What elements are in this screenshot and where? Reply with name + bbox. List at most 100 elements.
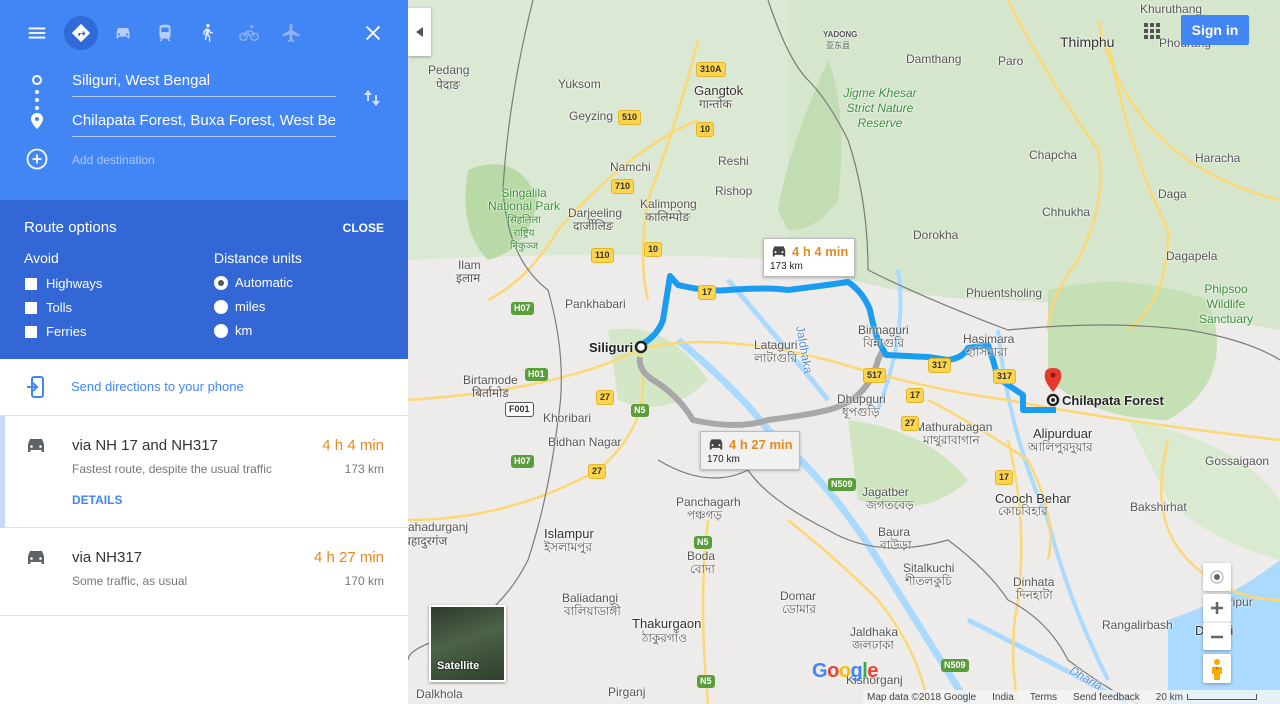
pin-dot <box>1050 372 1056 378</box>
destination-marker-center <box>1051 398 1055 402</box>
place-label: Bahadurganj <box>408 520 469 534</box>
km-radio[interactable] <box>214 323 228 338</box>
scale-indicator[interactable]: 20 km <box>1156 692 1257 703</box>
place-label: Pankhabari <box>565 297 626 311</box>
highways-checkbox[interactable] <box>25 277 37 290</box>
destination-label[interactable]: Chilapata Forest <box>1062 394 1164 407</box>
route-option-2[interactable]: via NH317 Some traffic, as usual 4 h 27 … <box>0 528 408 616</box>
scale-bar <box>1187 693 1257 700</box>
route-option-1[interactable]: via NH 17 and NH317 Fastest route, despi… <box>0 416 408 528</box>
car-icon <box>116 27 130 39</box>
route-details-button[interactable]: DETAILS <box>72 493 122 507</box>
highways-label: Highways <box>46 276 103 291</box>
place-label: Chhukha <box>1042 205 1091 219</box>
place-label: Reshi <box>718 154 749 168</box>
train-icon <box>159 24 171 42</box>
close-icon <box>365 25 381 41</box>
map-canvas[interactable]: Pedang पेदाङ Yuksom Geyzing Gangtok गान्… <box>408 0 1280 704</box>
automatic-label: Automatic <box>235 275 293 290</box>
place-label: Rangalirbash <box>1102 618 1173 632</box>
place-label: बिर्तामोड <box>472 386 509 400</box>
route-distance: 170 km <box>344 574 384 588</box>
place-label: জগতবেড় <box>866 498 914 512</box>
highway-shield: 17 <box>698 285 717 300</box>
car-icon <box>28 551 44 564</box>
route-callout-alternative[interactable]: 4 h 27 min 170 km <box>700 431 800 470</box>
satellite-layer-toggle[interactable]: Satellite <box>429 605 506 682</box>
place-label: হাসিমারা <box>966 345 1008 359</box>
route-options-close-button[interactable]: CLOSE <box>343 221 384 235</box>
highway-shield: 110 <box>591 248 614 263</box>
highway-shield: 317 <box>928 358 952 373</box>
origin-label[interactable]: Siliguri <box>589 341 633 354</box>
origin-input[interactable]: Siliguri, West Bengal <box>72 71 336 97</box>
terms-link[interactable]: Terms <box>1030 692 1057 703</box>
units-km-option[interactable]: km <box>214 323 252 338</box>
highway-shield: 517 <box>863 368 887 383</box>
close-directions-button[interactable] <box>356 16 390 50</box>
miles-radio[interactable] <box>214 299 228 314</box>
caret-left-icon <box>415 27 423 37</box>
highway-shield: H01 <box>525 368 548 381</box>
km-label: km <box>235 323 253 338</box>
place-label: Pirganj <box>608 685 646 699</box>
avoid-highways-option[interactable]: Highways <box>25 276 102 291</box>
units-automatic-option[interactable]: Automatic <box>214 275 293 290</box>
menu-button[interactable] <box>20 16 54 50</box>
my-location-button[interactable] <box>1203 563 1231 591</box>
units-miles-option[interactable]: miles <box>214 299 265 314</box>
place-label: ঠাকুরগাঁও <box>642 631 688 645</box>
callout-distance: 173 km <box>770 261 803 272</box>
highway-shield: 17 <box>995 470 1014 485</box>
place-label: पेदाङ <box>436 78 460 92</box>
place-label: Phuentsholing <box>966 286 1043 300</box>
highway-shield: N509 <box>941 659 969 672</box>
send-feedback-link[interactable]: Send feedback <box>1073 692 1140 703</box>
place-label: শীতলকুচি <box>905 574 952 588</box>
mode-cycling[interactable] <box>232 16 266 50</box>
destination-input[interactable]: Chilapata Forest, Buxa Forest, West Ben <box>72 111 336 137</box>
automatic-radio[interactable] <box>214 275 228 290</box>
avoid-tolls-option[interactable]: Tolls <box>25 300 72 315</box>
zoom-in-button[interactable] <box>1203 594 1231 622</box>
minus-icon <box>1211 635 1223 638</box>
route-callout-main[interactable]: 4 h 4 min 173 km <box>763 238 856 277</box>
map-data-attribution: Map data ©2018 Google <box>867 691 977 703</box>
directions-sidebar: Siliguri, West Bengal Chilapata Forest, … <box>0 0 408 704</box>
street-view-pegman[interactable] <box>1203 654 1231 683</box>
collapse-panel-button[interactable] <box>408 8 431 56</box>
avoid-label: Avoid <box>24 250 59 266</box>
highway-shield: N5 <box>697 675 715 688</box>
mode-walking[interactable] <box>190 16 224 50</box>
send-directions-link[interactable]: Send directions to your phone <box>71 379 244 394</box>
google-logo-letter: o <box>838 660 851 682</box>
ferries-checkbox[interactable] <box>25 325 37 338</box>
add-destination-icon[interactable] <box>26 148 48 170</box>
place-label: দিনহাটা <box>1016 588 1053 602</box>
swap-icon[interactable] <box>362 88 382 108</box>
mode-flights[interactable] <box>274 16 308 50</box>
zoom-out-button[interactable] <box>1203 622 1231 650</box>
mode-best-travel[interactable] <box>64 16 98 50</box>
origin-marker[interactable] <box>634 340 648 354</box>
directions-icon <box>71 23 91 43</box>
place-label: Haracha <box>1195 151 1241 165</box>
place-label: गान्तोक <box>699 97 732 111</box>
place-label: বোদা <box>690 562 715 576</box>
tolls-checkbox[interactable] <box>25 301 37 314</box>
avoid-ferries-option[interactable]: Ferries <box>25 324 86 339</box>
park-label: Singalila National Park <box>487 186 561 213</box>
place-label: 亚东县 <box>826 41 850 50</box>
country-link[interactable]: India <box>992 692 1014 703</box>
route-dot <box>35 106 39 110</box>
mode-transit[interactable] <box>148 16 182 50</box>
send-directions-row[interactable]: Send directions to your phone <box>0 359 408 416</box>
route-description: Some traffic, as usual <box>72 574 188 588</box>
sign-in-button[interactable]: Sign in <box>1181 15 1249 45</box>
walking-icon <box>203 23 213 42</box>
place-label: इलाम <box>456 271 481 285</box>
place-label: Namchi <box>610 160 651 174</box>
apps-grid-icon[interactable] <box>1144 23 1160 39</box>
mode-driving[interactable] <box>106 16 140 50</box>
add-destination-input[interactable]: Add destination <box>72 153 155 167</box>
